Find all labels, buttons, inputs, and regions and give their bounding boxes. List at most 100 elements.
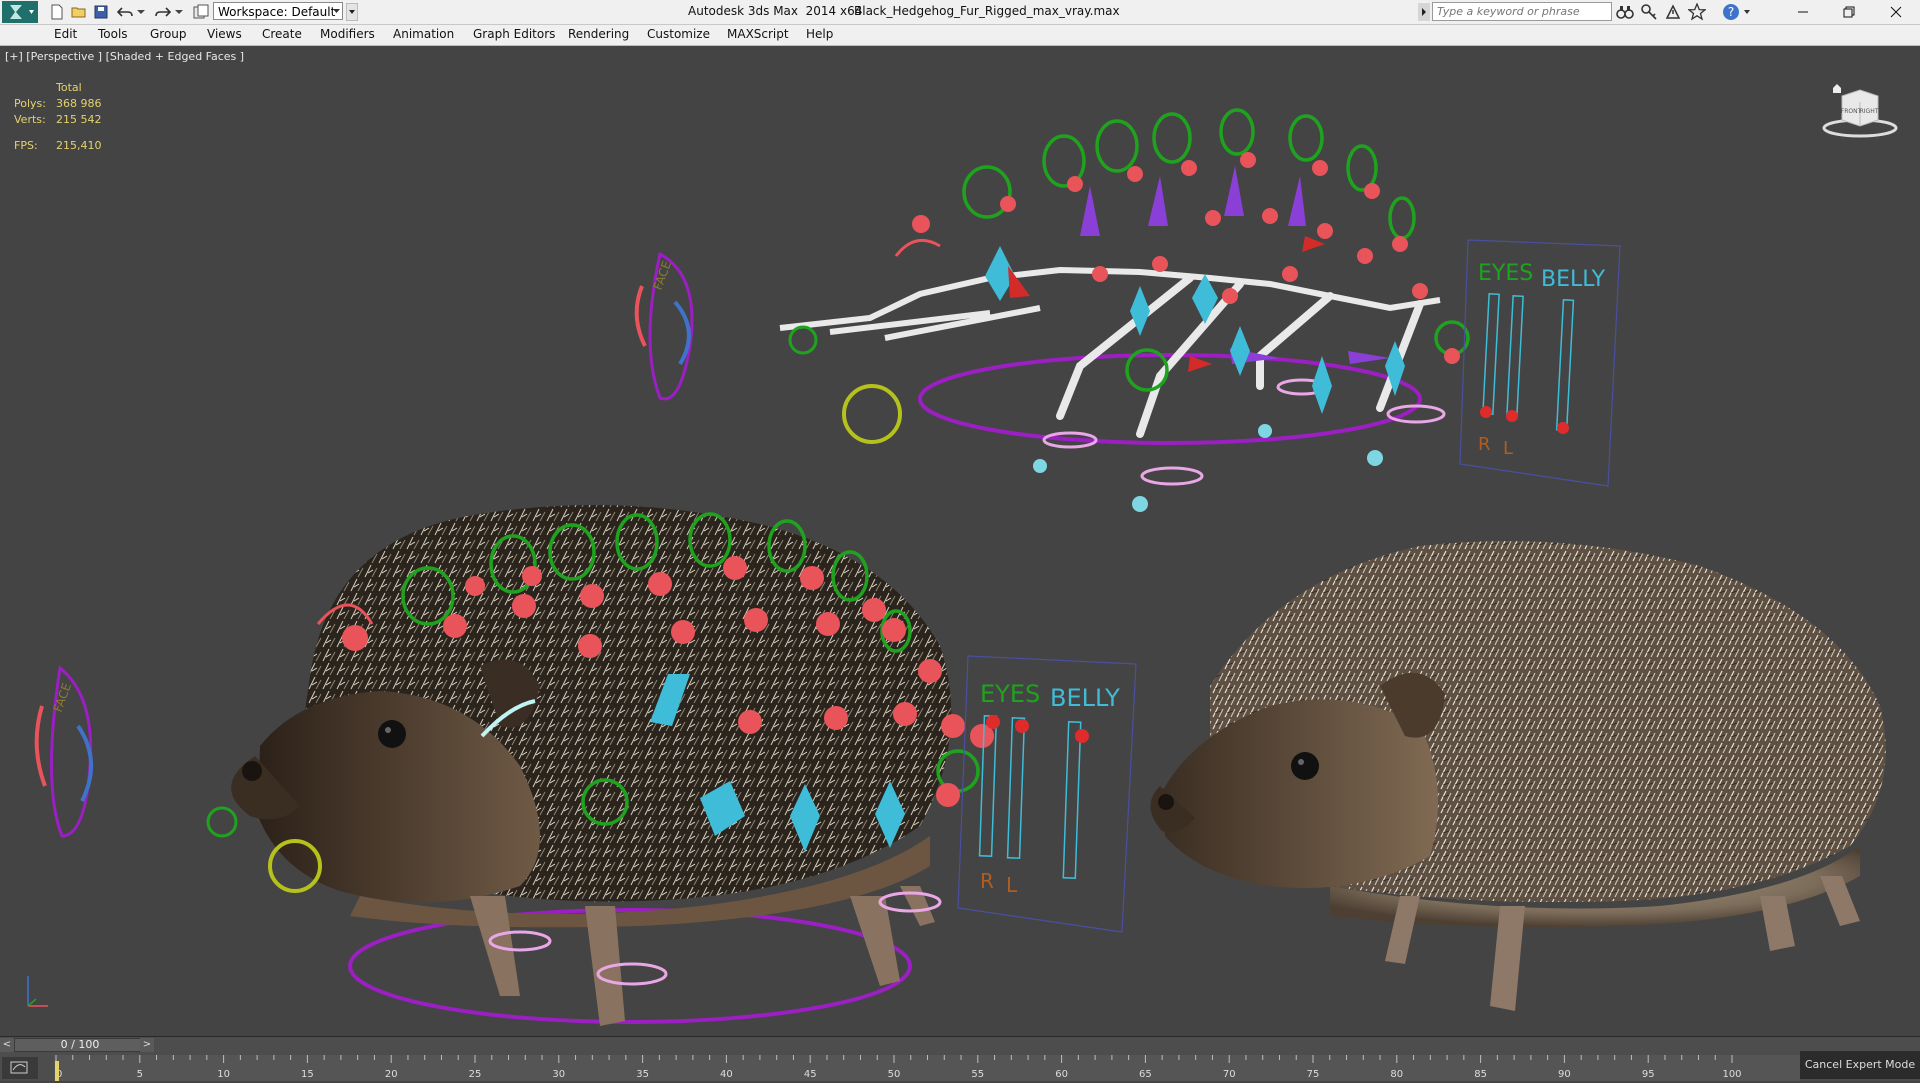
eyes-belly-panel-bottom[interactable]: EYES BELLY R L	[957, 655, 1137, 933]
timeline-tick-label: 75	[1307, 1069, 1320, 1080]
timeline-tick-label: 90	[1558, 1069, 1571, 1080]
close-button[interactable]	[1872, 0, 1920, 24]
redo-dropdown-icon[interactable]	[174, 3, 184, 21]
time-marker[interactable]	[55, 1061, 59, 1081]
viewcube-front-label: FRONT	[1841, 108, 1862, 115]
face-control-gizmo-top[interactable]: FACE	[634, 251, 694, 401]
help-icon[interactable]: ?	[1722, 3, 1740, 21]
search-binoculars-icon[interactable]	[1616, 3, 1634, 21]
face-label-bottom: FACE	[51, 681, 74, 714]
stats-header: Total	[56, 81, 82, 94]
timeline-tick-label: 45	[804, 1069, 817, 1080]
undo-icon[interactable]	[116, 3, 134, 21]
toolbar-dropdown-icon[interactable]	[346, 3, 358, 21]
fps-label: FPS:	[14, 139, 38, 152]
bottom-bar: < 0 / 100 > 0 5 10 15 20 25 30 35 40 45 50 55 60 65 70…	[0, 1036, 1920, 1081]
hedgehog-rigged-model[interactable]	[206, 505, 994, 1026]
menu-modifiers[interactable]: Modifiers	[320, 27, 375, 41]
help-dropdown-icon[interactable]	[1742, 3, 1752, 21]
menu-maxscript[interactable]: MAXScript	[727, 27, 789, 41]
hedgehog-fur-model[interactable]	[1150, 541, 1886, 1011]
menu-group[interactable]: Group	[150, 27, 187, 41]
face-label-top: FACE	[651, 259, 674, 292]
title-bar: Workspace: Default Autodesk 3ds Max 2014…	[0, 0, 1920, 25]
timeline-tick-label: 25	[469, 1069, 482, 1080]
redo-icon[interactable]	[154, 3, 172, 21]
verts-label: Verts:	[14, 113, 46, 126]
menu-tools[interactable]: Tools	[98, 27, 128, 41]
timeline-tick-label: 30	[552, 1069, 565, 1080]
timeline-tick-label: 5	[137, 1069, 143, 1080]
menu-animation[interactable]: Animation	[393, 27, 454, 41]
timeline-tick-label: 15	[301, 1069, 314, 1080]
menu-create[interactable]: Create	[262, 27, 302, 41]
open-file-icon[interactable]	[70, 3, 88, 21]
panel-bottom-r-label: R	[980, 869, 994, 893]
timeline-tick-label: 80	[1390, 1069, 1403, 1080]
restore-button[interactable]	[1826, 0, 1872, 24]
menu-customize[interactable]: Customize	[647, 27, 710, 41]
favorites-star-icon[interactable]	[1687, 2, 1707, 21]
polys-value: 368 986	[56, 97, 102, 110]
save-file-icon[interactable]	[92, 3, 110, 21]
menu-rendering[interactable]: Rendering	[568, 27, 629, 41]
menu-views[interactable]: Views	[207, 27, 242, 41]
panel-bottom-eyes-label: EYES	[980, 680, 1040, 708]
open-mini-curve-editor-icon[interactable]	[2, 1057, 38, 1079]
verts-value: 215 542	[56, 113, 102, 126]
time-slider[interactable]: 0 / 100	[14, 1038, 146, 1052]
app-menu-button[interactable]	[2, 1, 38, 23]
timeline-tick-label: 35	[636, 1069, 649, 1080]
eyes-belly-panel-top[interactable]: EYES BELLY R L	[1459, 239, 1621, 487]
svg-text:?: ?	[1728, 5, 1734, 19]
workspace-dropdown[interactable]: Workspace: Default	[213, 2, 343, 20]
menu-graph-editors[interactable]: Graph Editors	[473, 27, 555, 41]
timeline-tick-label: 40	[720, 1069, 733, 1080]
window-title: Autodesk 3ds Max 2014 x64	[688, 4, 863, 18]
timeline-tick-label: 50	[888, 1069, 901, 1080]
menu-help[interactable]: Help	[806, 27, 833, 41]
timeline-trackbar[interactable]: 0 5 10 15 20 25 30 35 40 45 50 55 60 65 70 75 80 85 90 95 10…	[54, 1055, 1800, 1081]
timeline-tick-label: 70	[1223, 1069, 1236, 1080]
timeline-tick-label: 85	[1474, 1069, 1487, 1080]
time-prev-button[interactable]: <	[0, 1038, 14, 1052]
new-file-icon[interactable]	[48, 3, 66, 21]
axis-tripod	[18, 966, 58, 1016]
timeline-tick-label: 10	[217, 1069, 230, 1080]
panel-bottom-belly-label: BELLY	[1050, 684, 1120, 712]
chevron-down-icon[interactable]	[330, 2, 343, 20]
perspective-viewport[interactable]: EYES BELLY R L FACE EYES BELLY R L FACE …	[0, 46, 1920, 1036]
timeline-tick-label: 65	[1139, 1069, 1152, 1080]
panel-bottom-l-label: L	[1006, 873, 1018, 897]
fps-value: 215,410	[56, 139, 102, 152]
polys-label: Polys:	[14, 97, 46, 110]
viewport-statistics: Total Polys: 368 986 Verts: 215 542 FPS: 21…	[14, 80, 102, 154]
window-filename: Black_Hedgehog_Fur_Rigged_max_vray.max	[854, 4, 1120, 18]
face-control-gizmo-bottom[interactable]: FACE	[34, 665, 93, 838]
subscription-key-icon[interactable]	[1640, 3, 1658, 21]
panel-top-belly-label: BELLY	[1541, 267, 1606, 292]
viewcube-right-label: RIGHT	[1860, 108, 1879, 115]
minimize-button[interactable]	[1780, 0, 1826, 24]
panel-top-r-label: R	[1478, 434, 1491, 455]
timeline-tick-label: 100	[1722, 1069, 1741, 1080]
viewcube[interactable]: FRONT RIGHT	[1820, 80, 1900, 140]
menu-bar: Edit Tools Group Views Create Modifiers …	[0, 25, 1920, 46]
search-input[interactable]	[1432, 2, 1612, 21]
home-icon	[1833, 84, 1841, 93]
project-folder-icon[interactable]	[192, 3, 210, 21]
panel-top-eyes-label: EYES	[1478, 261, 1533, 286]
time-next-button[interactable]: >	[140, 1038, 154, 1052]
menu-edit[interactable]: Edit	[54, 27, 77, 41]
skeleton-rig[interactable]	[779, 108, 1470, 512]
timeline-ticks	[55, 1055, 1733, 1063]
scene-canvas: EYES BELLY R L FACE EYES BELLY R L FACE	[34, 108, 1886, 1026]
viewport-label[interactable]: [+] [Perspective ] [Shaded + Edged Faces…	[5, 50, 244, 63]
undo-dropdown-icon[interactable]	[136, 3, 146, 21]
infocenter-expand-icon[interactable]	[1418, 3, 1430, 21]
timeline-tick-label: 20	[385, 1069, 398, 1080]
panel-top-l-label: L	[1503, 438, 1513, 459]
cancel-expert-mode-button[interactable]: Cancel Expert Mode	[1800, 1051, 1920, 1079]
communication-center-icon[interactable]	[1664, 3, 1682, 21]
app-window: Workspace: Default Autodesk 3ds Max 2014…	[0, 0, 1920, 1081]
